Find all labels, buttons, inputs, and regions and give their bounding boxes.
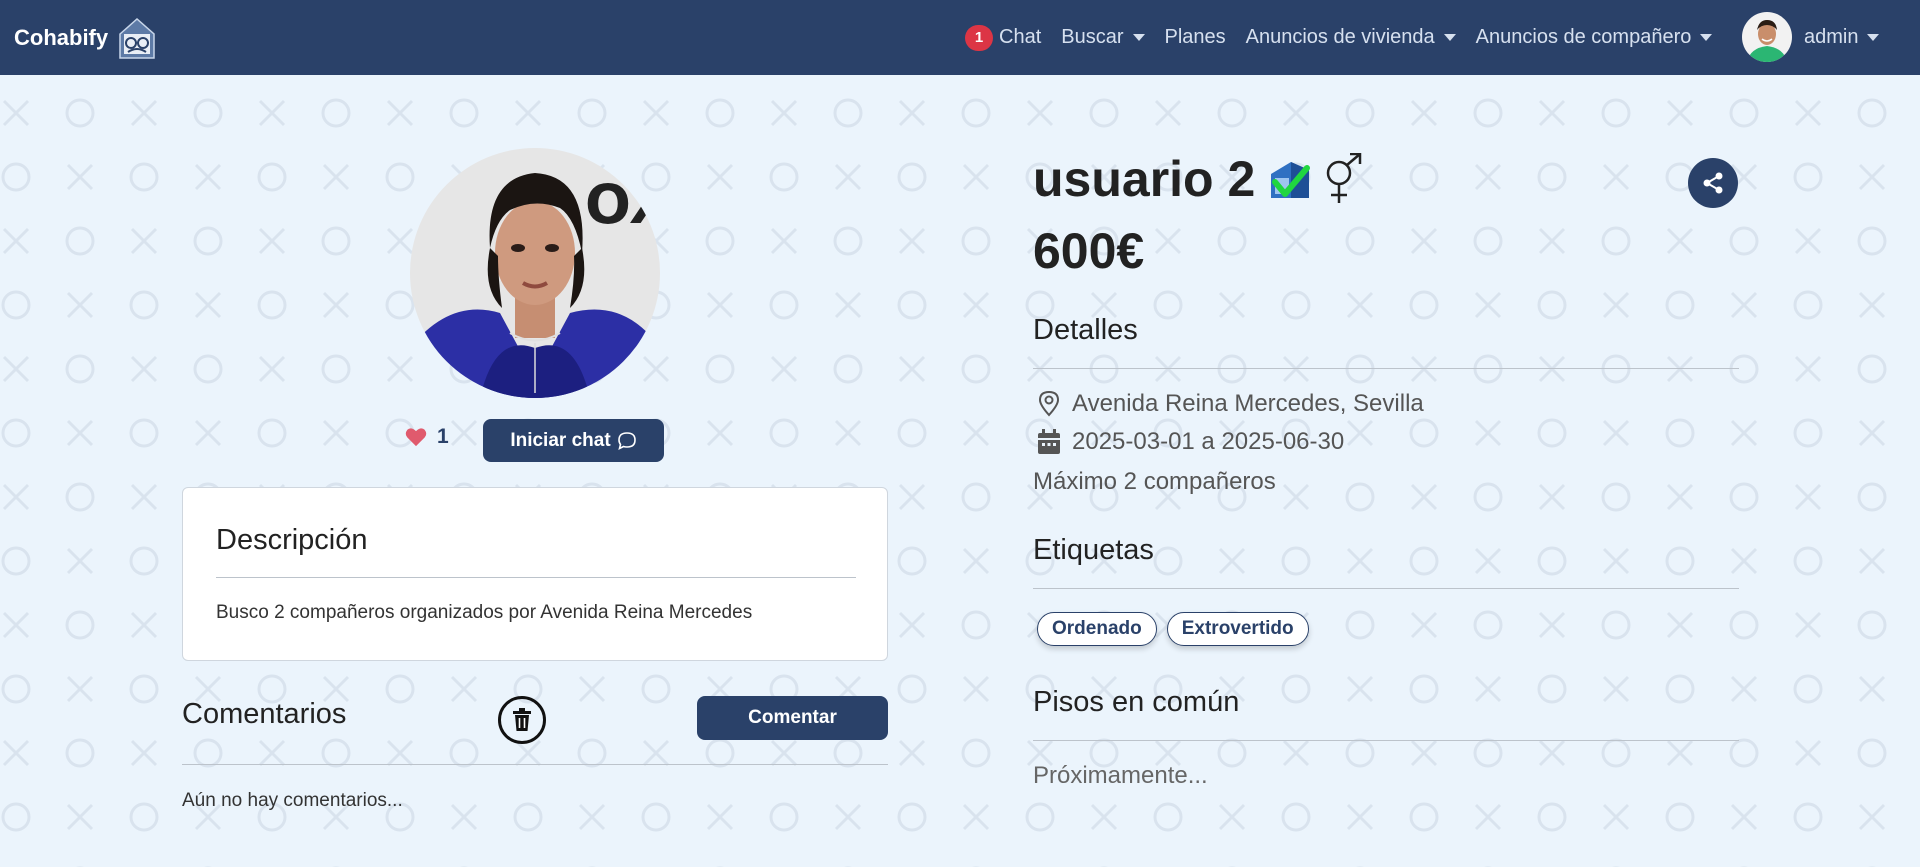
tags-title: Etiquetas: [1033, 534, 1154, 566]
comment-button-label: Comentar: [748, 707, 837, 728]
share-icon: [1703, 172, 1723, 194]
shared-flats-text: Próximamente...: [1033, 762, 1208, 789]
details-title: Detalles: [1033, 314, 1138, 346]
share-button[interactable]: [1688, 158, 1738, 208]
max-roommates-text: Máximo 2 compañeros: [1033, 468, 1276, 495]
user-name: admin: [1804, 25, 1859, 48]
brand-name: Cohabify: [14, 25, 109, 50]
chat-notification-badge: 1: [965, 24, 993, 51]
nav-roommate-ads-dropdown[interactable]: Anuncios de compañero: [1476, 26, 1713, 49]
nav-plans-label: Planes: [1164, 26, 1226, 48]
nav-menu: 1 Chat Buscar Planes Anuncios de viviend…: [965, 0, 1732, 75]
divider: [1033, 588, 1739, 589]
divider: [216, 577, 856, 578]
background-pattern: [0, 75, 1920, 867]
location-text: Avenida Reina Mercedes, Sevilla: [1072, 390, 1424, 417]
brand-logo-link[interactable]: Cohabify: [14, 16, 160, 60]
description-text: Busco 2 compañeros organizados por Aveni…: [216, 602, 753, 623]
shared-flats-title: Pisos en común: [1033, 686, 1240, 718]
comments-title: Comentarios: [182, 698, 347, 730]
start-chat-button[interactable]: Iniciar chat: [483, 419, 664, 462]
listing-price: 600€: [1033, 223, 1145, 279]
no-comments-text: Aún no hay comentarios...: [182, 790, 403, 811]
description-title: Descripción: [216, 524, 368, 556]
nav-search-dropdown[interactable]: Buscar: [1061, 26, 1145, 49]
profile-photo: OX: [410, 148, 660, 398]
nav-housing-ads-dropdown[interactable]: Anuncios de vivienda: [1246, 26, 1456, 49]
user-avatar: [1742, 12, 1792, 62]
house-logo-icon: [119, 17, 155, 59]
nav-roommate-ads-label: Anuncios de compañero: [1475, 26, 1692, 48]
tag-list: Ordenado Extrovertido: [1037, 612, 1309, 646]
user-menu-dropdown[interactable]: admin: [1742, 12, 1880, 62]
dates-row: 2025-03-01 a 2025-06-30: [1037, 428, 1344, 456]
gender-icon: [1327, 153, 1362, 203]
listing-title: usuario 2: [1033, 150, 1363, 208]
chevron-down-icon: [1867, 33, 1880, 41]
likes-count: 1: [437, 425, 449, 448]
nav-search-label: Buscar: [1061, 26, 1124, 48]
delete-button[interactable]: [498, 696, 546, 744]
listing-user-name: usuario 2: [1033, 151, 1256, 207]
top-navbar: Cohabify 1 Chat Buscar Planes Anuncios d…: [0, 0, 1920, 75]
divider: [1033, 740, 1739, 741]
nav-chat[interactable]: 1 Chat: [965, 24, 1042, 51]
dates-text: 2025-03-01 a 2025-06-30: [1072, 428, 1345, 455]
start-chat-label: Iniciar chat: [510, 429, 611, 451]
nav-housing-ads-label: Anuncios de vivienda: [1245, 26, 1435, 48]
chevron-down-icon: [1700, 34, 1713, 41]
heart-icon: [405, 428, 427, 447]
verified-icon: [1271, 162, 1311, 198]
tag-badge: Extrovertido: [1166, 612, 1309, 646]
nav-chat-label: Chat: [999, 26, 1042, 48]
likes-counter[interactable]: 1: [405, 425, 449, 449]
calendar-icon: [1038, 429, 1060, 454]
chevron-down-icon: [1132, 34, 1145, 41]
divider: [182, 764, 888, 765]
location-row: Avenida Reina Mercedes, Sevilla: [1037, 390, 1424, 418]
chevron-down-icon: [1443, 34, 1456, 41]
trash-icon: [513, 708, 531, 731]
description-card: Descripción Busco 2 compañeros organizad…: [182, 487, 888, 661]
nav-plans[interactable]: Planes: [1165, 26, 1226, 49]
tag-badge: Ordenado: [1037, 612, 1157, 646]
comment-button[interactable]: Comentar: [697, 696, 888, 740]
chat-bubble-icon: [617, 431, 636, 450]
divider: [1033, 368, 1739, 369]
location-icon: [1038, 391, 1060, 417]
